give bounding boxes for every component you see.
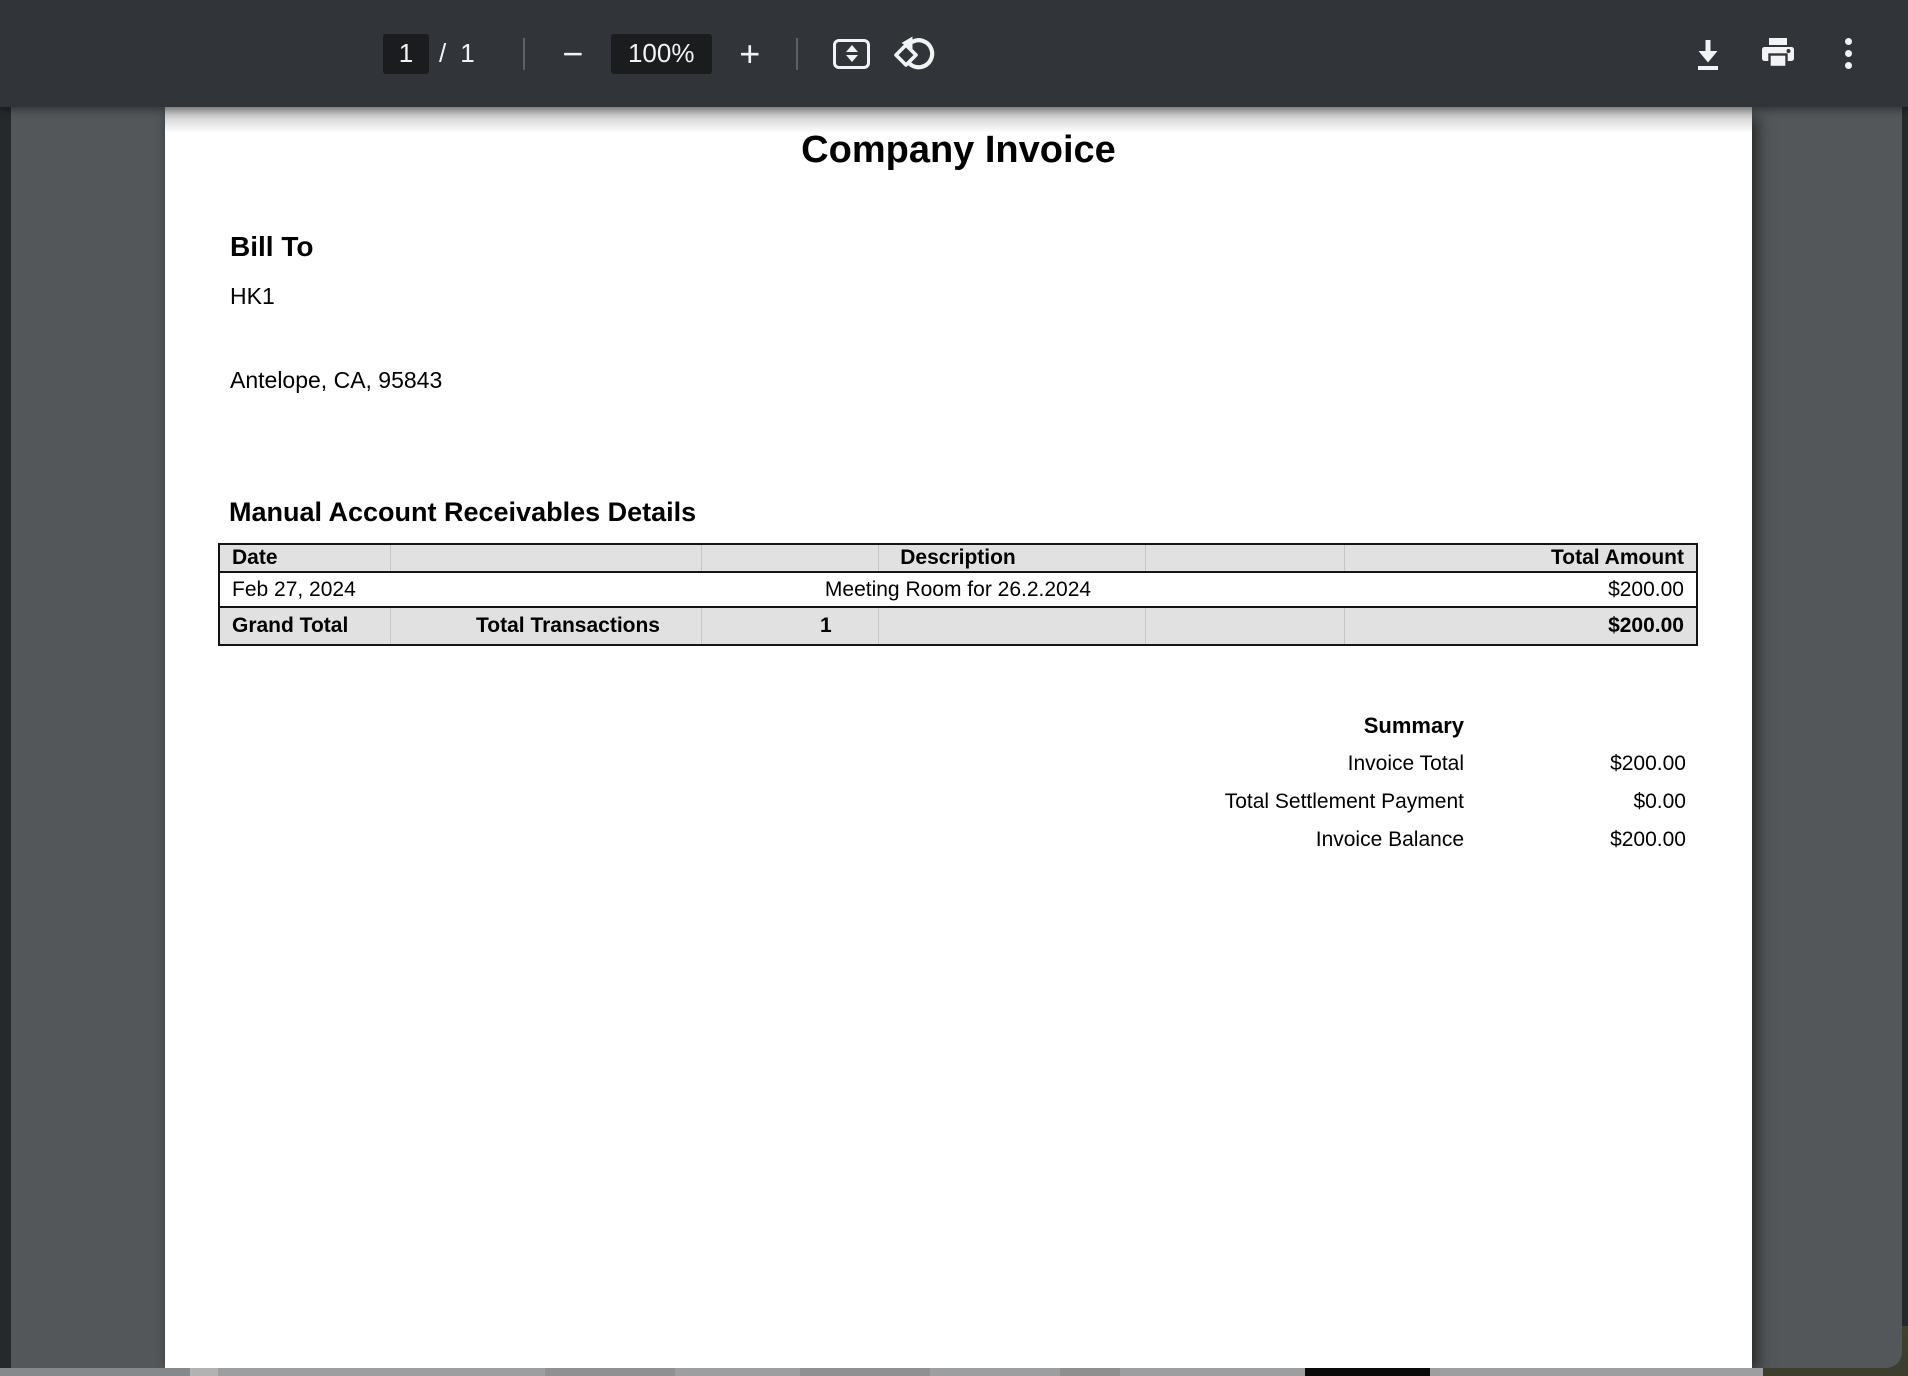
pdf-page: Company Invoice Bill To HK1 Antelope, CA… (165, 107, 1752, 1368)
summary-value: $200.00 (1464, 821, 1686, 859)
bottom-edge-segment (545, 1368, 675, 1376)
fit-to-page-button[interactable] (828, 26, 876, 82)
page-count-separator: / (439, 38, 446, 69)
download-icon (1694, 38, 1722, 70)
print-button[interactable] (1754, 26, 1802, 82)
bottom-edge-segment (1763, 1368, 1908, 1376)
summary-label: Invoice Balance (944, 821, 1464, 859)
summary-row: Invoice Balance $200.00 (944, 821, 1686, 859)
pdf-scroll-area[interactable]: Company Invoice Bill To HK1 Antelope, CA… (11, 107, 1902, 1368)
pdf-toolbar: / 1 − 100% + (0, 0, 1908, 107)
bottom-edge-segment (1060, 1368, 1120, 1376)
page-count-total: 1 (460, 38, 474, 69)
pdf-viewer-window: / 1 − 100% + (0, 0, 1908, 1376)
plus-icon: + (739, 36, 760, 72)
toolbar-divider (796, 38, 798, 70)
total-transactions-label: Total Transactions (476, 608, 660, 644)
summary-row: Invoice Total $200.00 (944, 745, 1686, 783)
pdf-viewer-area: Company Invoice Bill To HK1 Antelope, CA… (0, 107, 1908, 1368)
summary-label: Invoice Total (944, 745, 1464, 783)
toolbar-right-controls (1684, 0, 1872, 107)
zoom-out-button[interactable]: − (549, 26, 597, 82)
table-header-row: Date Description Total Amount (220, 545, 1696, 573)
column-header-description: Description (220, 545, 1696, 571)
page-number-input[interactable] (383, 34, 429, 74)
toolbar-center-controls: / 1 − 100% + (383, 0, 938, 107)
zoom-level-value: 100% (628, 38, 695, 69)
zoom-in-button[interactable]: + (726, 26, 774, 82)
summary-row: Total Settlement Payment $0.00 (944, 783, 1686, 821)
bottom-edge-segment (800, 1368, 930, 1376)
bottom-edge-segment (190, 1368, 218, 1376)
bottom-edge-segment (1305, 1368, 1430, 1376)
download-button[interactable] (1684, 26, 1732, 82)
summary-label: Total Settlement Payment (944, 783, 1464, 821)
bill-to-name: HK1 (230, 283, 275, 310)
bottom-edge-segment (0, 1368, 190, 1376)
bill-to-address: Antelope, CA, 95843 (230, 367, 442, 394)
receivables-table: Date Description Total Amount Feb 27, 20… (218, 543, 1698, 646)
column-header-total-amount: Total Amount (1551, 545, 1684, 571)
row-description: Meeting Room for 26.2.2024 (220, 573, 1696, 606)
page-count: / 1 (429, 38, 475, 69)
total-transactions-count: 1 (820, 608, 832, 644)
grand-total-amount: $200.00 (1608, 608, 1684, 644)
rotate-counterclockwise-icon (890, 33, 938, 75)
grand-total-row: Grand Total Total Transactions 1 $200.00 (220, 608, 1696, 644)
grand-total-label: Grand Total (232, 608, 348, 644)
summary-value: $200.00 (1464, 745, 1686, 783)
fit-to-page-icon (833, 39, 870, 69)
print-icon (1761, 38, 1795, 69)
more-options-button[interactable] (1824, 26, 1872, 82)
summary-heading: Summary (944, 707, 1464, 745)
toolbar-divider (523, 38, 525, 70)
bill-to-heading: Bill To (230, 231, 313, 263)
summary-value: $0.00 (1464, 783, 1686, 821)
summary-heading-row: Summary (944, 707, 1686, 745)
summary-block: Summary Invoice Total $200.00 Total Sett… (944, 707, 1686, 859)
receivables-heading: Manual Account Receivables Details (229, 497, 696, 528)
bottom-edge-strip (0, 1368, 1908, 1376)
rotate-counterclockwise-button[interactable] (890, 26, 938, 82)
invoice-title: Company Invoice (165, 129, 1752, 172)
row-amount: $200.00 (1608, 573, 1684, 606)
table-row: Feb 27, 2024 Meeting Room for 26.2.2024 … (220, 573, 1696, 608)
more-vertical-icon (1837, 34, 1860, 73)
zoom-level-field[interactable]: 100% (611, 34, 712, 74)
minus-icon: − (562, 36, 583, 72)
